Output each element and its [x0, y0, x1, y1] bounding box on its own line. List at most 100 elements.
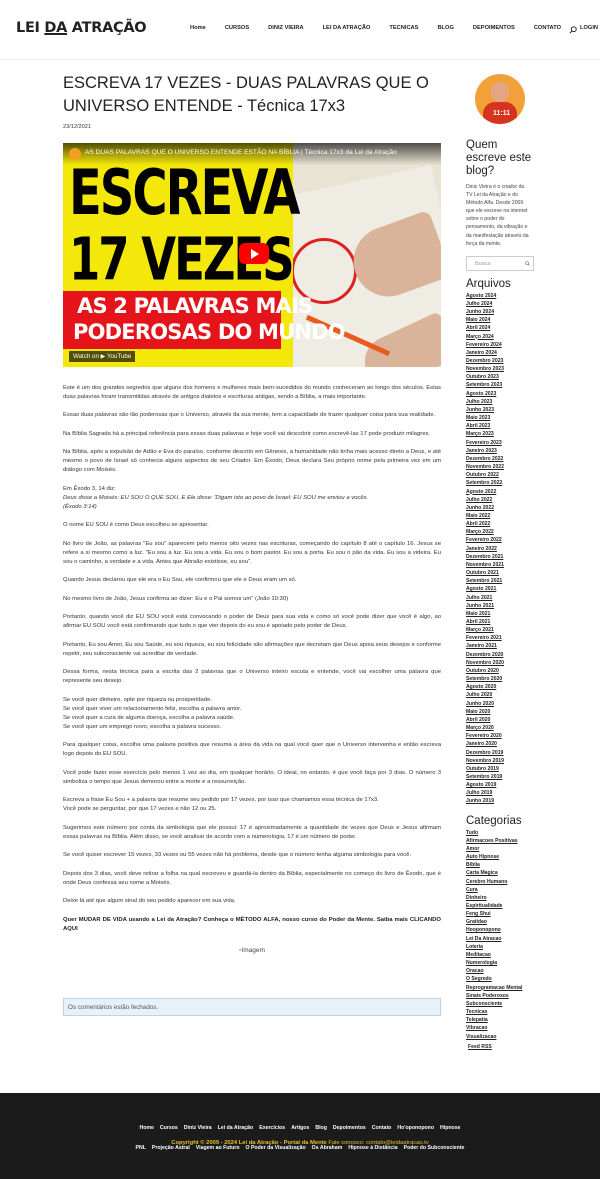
category-link[interactable]: Telepatia [466, 1016, 534, 1024]
category-link[interactable]: Feng Shui [466, 910, 534, 918]
archive-link[interactable]: Dezembro 2019 [466, 749, 534, 757]
category-link[interactable]: Bíblia [466, 861, 534, 869]
archive-link[interactable]: Agosto 2021 [466, 585, 534, 593]
category-link[interactable]: Oracao [466, 967, 534, 975]
archive-link[interactable]: Setembro 2023 [466, 381, 534, 389]
archive-link[interactable]: Fevereiro 2020 [466, 732, 534, 740]
archive-link[interactable]: Agosto 2022 [466, 488, 534, 496]
nav-diniz-vieira[interactable]: DINIZ VIEIRA [268, 25, 303, 31]
archive-link[interactable]: Agosto 2019 [466, 781, 534, 789]
nav-contato[interactable]: CONTATO [534, 25, 561, 31]
archive-link[interactable]: Novembro 2023 [466, 365, 534, 373]
category-link[interactable]: Cerebro Humano [466, 878, 534, 886]
archive-link[interactable]: Novembro 2020 [466, 659, 534, 667]
cta-paragraph[interactable]: Quer MUDAR DE VIDA usando a Lei da Atraç… [63, 916, 441, 934]
footer-link[interactable]: Cursos [160, 1125, 178, 1131]
archive-link[interactable]: Junho 2019 [466, 797, 534, 805]
category-link[interactable]: Meditacao [466, 951, 534, 959]
category-link[interactable]: Sinais Poderosos [466, 992, 534, 1000]
archive-link[interactable]: Setembro 2019 [466, 773, 534, 781]
archive-link[interactable]: Setembro 2022 [466, 479, 534, 487]
category-link[interactable]: Gratidao [466, 918, 534, 926]
footer-link[interactable]: Contato [372, 1125, 392, 1131]
archive-link[interactable]: Agosto 2020 [466, 683, 534, 691]
archive-link[interactable]: Junho 2020 [466, 700, 534, 708]
archive-link[interactable]: Janeiro 2024 [466, 349, 534, 357]
archive-link[interactable]: Março 2022 [466, 528, 534, 536]
archive-link[interactable]: Março 2024 [466, 333, 534, 341]
archive-link[interactable]: Maio 2022 [466, 512, 534, 520]
archive-link[interactable]: Janeiro 2020 [466, 740, 534, 748]
archive-link[interactable]: Julho 2020 [466, 691, 534, 699]
category-link[interactable]: Tudo [466, 829, 534, 837]
archive-link[interactable]: Janeiro 2022 [466, 545, 534, 553]
footer-link[interactable]: Ho'oponopono [397, 1125, 434, 1131]
archive-link[interactable]: Maio 2024 [466, 316, 534, 324]
footer-link[interactable]: Exercícios [259, 1125, 285, 1131]
archive-link[interactable]: Janeiro 2023 [466, 447, 534, 455]
category-link[interactable]: Reprogramacao Mental [466, 984, 534, 992]
footer-link[interactable]: Home [140, 1125, 154, 1131]
archive-link[interactable]: Março 2020 [466, 724, 534, 732]
site-logo[interactable]: LEI DA ATRAÇÃO [16, 20, 147, 36]
archive-link[interactable]: Setembro 2020 [466, 675, 534, 683]
archive-link[interactable]: Outubro 2023 [466, 373, 534, 381]
search-icon[interactable] [525, 260, 530, 266]
category-link[interactable]: Subconsciente [466, 1000, 534, 1008]
watch-on-youtube-button[interactable]: Watch on ▶ YouTube [69, 351, 136, 362]
archive-link[interactable]: Junho 2023 [466, 406, 534, 414]
nav-lei-da-atracao[interactable]: LEI DA ATRAÇÃO [323, 25, 371, 31]
nav-login[interactable]: LOGIN [580, 25, 598, 31]
video-player[interactable]: ESCREVA 17 VEZES AS 2 PALAVRAS MAIS PODE… [63, 143, 441, 367]
category-link[interactable]: Vibracao [466, 1024, 534, 1032]
footer-link[interactable]: Lei da Atração [218, 1125, 254, 1131]
search-input[interactable]: Busca [466, 255, 534, 271]
archive-link[interactable]: Maio 2023 [466, 414, 534, 422]
archive-link[interactable]: Dezembro 2021 [466, 553, 534, 561]
nav-blog[interactable]: BLOG [437, 25, 453, 31]
play-button-icon[interactable] [239, 243, 269, 264]
archive-link[interactable]: Julho 2024 [466, 300, 534, 308]
archive-link[interactable]: Abril 2022 [466, 520, 534, 528]
archive-link[interactable]: Dezembro 2022 [466, 455, 534, 463]
archive-link[interactable]: Outubro 2019 [466, 765, 534, 773]
archive-link[interactable]: Julho 2021 [466, 594, 534, 602]
archive-link[interactable]: Abril 2023 [466, 422, 534, 430]
archive-link[interactable]: Fevereiro 2024 [466, 341, 534, 349]
category-link[interactable]: Carta Magica [466, 869, 534, 877]
nav-tecnicas[interactable]: TECNICAS [389, 25, 418, 31]
category-link[interactable]: Afirmacoes Positivas [466, 837, 534, 845]
category-link[interactable]: Cura [466, 886, 534, 894]
archive-link[interactable]: Abril 2020 [466, 716, 534, 724]
archive-link[interactable]: Junho 2022 [466, 504, 534, 512]
archive-link[interactable]: Julho 2023 [466, 398, 534, 406]
archive-link[interactable]: Setembro 2021 [466, 577, 534, 585]
archive-link[interactable]: Fevereiro 2021 [466, 634, 534, 642]
category-link[interactable]: Auto Hipnose [466, 853, 534, 861]
archive-link[interactable]: Junho 2021 [466, 602, 534, 610]
feed-rss-link[interactable]: Feed RSS [468, 1044, 534, 1050]
archive-link[interactable]: Agosto 2023 [466, 390, 534, 398]
category-link[interactable]: Tecnicas [466, 1008, 534, 1016]
archive-link[interactable]: Março 2023 [466, 430, 534, 438]
archive-link[interactable]: Janeiro 2021 [466, 642, 534, 650]
category-link[interactable]: Dinheiro [466, 894, 534, 902]
search-icon[interactable] [569, 26, 577, 34]
archive-link[interactable]: Fevereiro 2022 [466, 536, 534, 544]
footer-link[interactable]: Artigos [291, 1125, 309, 1131]
archive-link[interactable]: Novembro 2021 [466, 561, 534, 569]
archive-link[interactable]: Dezembro 2023 [466, 357, 534, 365]
archive-link[interactable]: Abril 2024 [466, 324, 534, 332]
archive-link[interactable]: Outubro 2021 [466, 569, 534, 577]
archive-link[interactable]: Abril 2021 [466, 618, 534, 626]
archive-link[interactable]: Outubro 2020 [466, 667, 534, 675]
video-title[interactable]: AS DUAS PALAVRAS QUE O UNIVERSO ENTENDE … [85, 149, 397, 156]
footer-link[interactable]: Depoimentos [333, 1125, 366, 1131]
archive-link[interactable]: Novembro 2022 [466, 463, 534, 471]
footer-link[interactable]: Blog [315, 1125, 327, 1131]
category-link[interactable]: Hooponopono [466, 926, 534, 934]
nav-cursos[interactable]: CURSOS [225, 25, 249, 31]
category-link[interactable]: Loteria [466, 943, 534, 951]
category-link[interactable]: Numerologia [466, 959, 534, 967]
footer-link[interactable]: Diniz Vieira [184, 1125, 212, 1131]
